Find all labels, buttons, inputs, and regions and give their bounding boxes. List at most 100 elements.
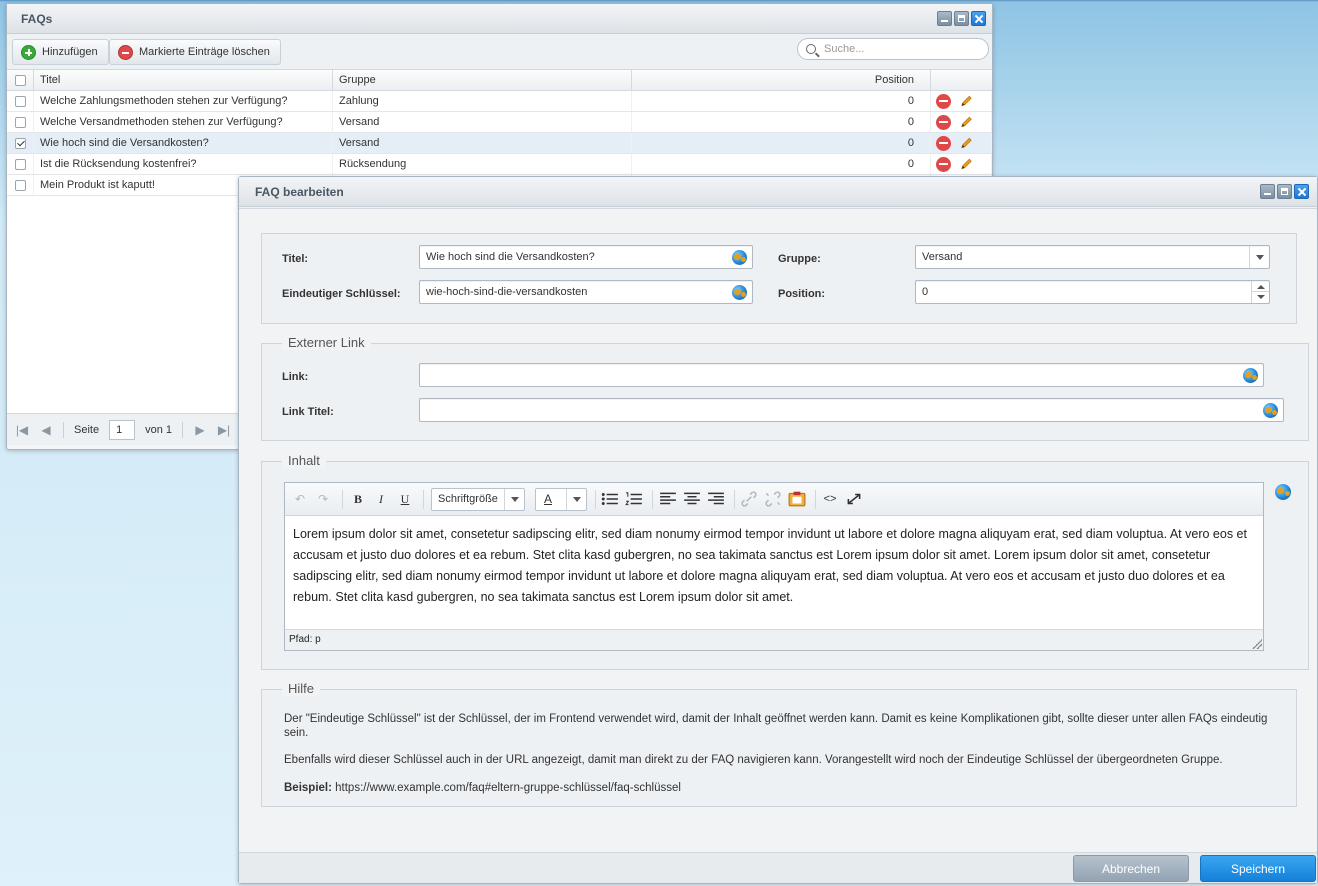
table-row-selected[interactable]: Wie hoch sind die Versandkosten? Versand… [7,133,992,154]
bullet-list-icon[interactable] [601,491,619,507]
prev-page-icon[interactable]: ◀ [39,423,53,437]
stepper-arrows-icon[interactable] [1251,281,1269,303]
close-icon[interactable] [971,11,986,26]
column-header-title[interactable]: Titel [34,70,333,90]
maximize-icon[interactable] [954,11,969,26]
add-button[interactable]: Hinzufügen [12,39,109,65]
bold-icon[interactable]: B [349,491,367,507]
faq-edit-titlebar[interactable]: FAQ bearbeiten [239,177,1317,207]
help-example-label: Beispiel: [284,782,332,794]
italic-icon[interactable]: I [372,491,390,507]
chevron-down-icon[interactable] [504,489,524,510]
row-checkbox[interactable] [14,116,26,128]
search-box[interactable] [797,38,989,60]
delete-selected-button[interactable]: Markierte Einträge löschen [109,39,281,65]
close-icon[interactable] [1294,184,1309,199]
globe-icon[interactable] [1275,484,1291,500]
page-of-label: von 1 [145,423,172,436]
row-position: 0 [632,91,931,111]
general-fields: Titel: Wie hoch sind die Versandkosten? … [261,233,1297,324]
page-label: Seite [74,423,100,436]
text-color-select[interactable]: A [535,488,587,511]
align-left-icon[interactable] [659,491,677,507]
column-header-position[interactable]: Position [632,70,931,90]
select-all-cell[interactable] [7,70,34,90]
editor-toolbar: ↶ ↷ B I U Schriftgröße A <> [285,483,1263,516]
globe-icon[interactable] [732,285,747,300]
rich-text-editor: ↶ ↷ B I U Schriftgröße A <> Lorem ipsum … [284,482,1264,651]
align-center-icon[interactable] [683,491,701,507]
redo-icon[interactable]: ↷ [314,491,332,507]
table-row[interactable]: Welche Versandmethoden stehen zur Verfüg… [7,112,992,133]
key-input[interactable]: wie-hoch-sind-die-versandkosten [419,280,753,304]
remove-icon[interactable] [936,135,951,151]
row-group: Rücksendung [333,154,632,174]
minus-circle-icon [118,44,133,60]
faq-edit-window: FAQ bearbeiten Titel: Wie hoch sind die … [238,176,1318,884]
external-link-fieldset: Externer Link Link: Link Titel: [261,335,1309,441]
align-right-icon[interactable] [707,491,725,507]
pager-divider [63,421,64,438]
remove-icon[interactable] [936,114,951,130]
column-header-group[interactable]: Gruppe [333,70,632,90]
undo-icon[interactable]: ↶ [291,491,309,507]
row-title: Welche Zahlungsmethoden stehen zur Verfü… [34,91,333,111]
title-value: Wie hoch sind die Versandkosten? [426,251,595,263]
group-select[interactable]: Versand [915,245,1270,269]
help-paragraph-2: Ebenfalls wird dieser Schlüssel auch in … [284,754,1223,766]
globe-icon[interactable] [732,250,747,265]
link-title-label: Link Titel: [282,406,334,418]
pencil-icon[interactable] [959,93,974,109]
row-group: Versand [333,133,632,153]
numbered-list-icon[interactable] [625,491,643,507]
search-input[interactable] [822,42,972,56]
chevron-down-icon[interactable] [1249,246,1269,268]
minimize-icon[interactable] [937,11,952,26]
title-label: Titel: [282,253,309,265]
paste-icon[interactable] [788,491,806,507]
source-code-icon[interactable]: <> [821,491,839,507]
maximize-icon[interactable] [1277,184,1292,199]
minimize-icon[interactable] [1260,184,1275,199]
title-input[interactable]: Wie hoch sind die Versandkosten? [419,245,753,269]
save-button[interactable]: Speichern [1200,855,1316,882]
row-checkbox[interactable] [14,179,26,191]
link-input[interactable] [419,363,1264,387]
key-label: Eindeutiger Schlüssel: [282,288,401,300]
row-position: 0 [632,133,931,153]
pencil-icon[interactable] [959,135,974,151]
last-page-icon[interactable]: ▶| [217,423,231,437]
pencil-icon[interactable] [959,156,974,172]
globe-icon[interactable] [1243,368,1258,383]
unlink-icon[interactable] [764,491,782,507]
link-title-input[interactable] [419,398,1284,422]
fullscreen-icon[interactable] [845,491,863,507]
row-checkbox-checked[interactable] [14,137,26,149]
globe-icon[interactable] [1263,403,1278,418]
resize-grip-icon[interactable] [1252,639,1262,649]
row-checkbox[interactable] [14,158,26,170]
cancel-button[interactable]: Abbrechen [1073,855,1189,882]
link-icon[interactable] [740,491,758,507]
position-stepper[interactable]: 0 [915,280,1270,304]
faq-edit-body: Titel: Wie hoch sind die Versandkosten? … [239,208,1317,852]
page-input[interactable]: 1 [109,419,136,440]
pencil-icon[interactable] [959,114,974,130]
next-page-icon[interactable]: ▶ [193,423,207,437]
underline-icon[interactable]: U [396,491,414,507]
table-row[interactable]: Welche Zahlungsmethoden stehen zur Verfü… [7,91,992,112]
font-size-select[interactable]: Schriftgröße [431,488,525,511]
row-checkbox[interactable] [14,95,26,107]
select-all-checkbox[interactable] [14,74,26,86]
first-page-icon[interactable]: |◀ [15,423,29,437]
remove-icon[interactable] [936,156,951,172]
help-legend: Hilfe [282,681,321,696]
remove-icon[interactable] [936,93,951,109]
chevron-down-icon[interactable] [566,489,586,510]
faq-list-titlebar[interactable]: FAQs [7,4,992,34]
help-fieldset: Hilfe Der "Eindeutige Schlüssel" ist der… [261,681,1297,807]
row-title: Wie hoch sind die Versandkosten? [34,133,333,153]
table-row[interactable]: Ist die Rücksendung kostenfrei? Rücksend… [7,154,992,175]
editor-content[interactable]: Lorem ipsum dolor sit amet, consetetur s… [285,516,1263,629]
content-fieldset: Inhalt ↶ ↷ B I U Schriftgröße A <> Lorem… [261,453,1309,670]
